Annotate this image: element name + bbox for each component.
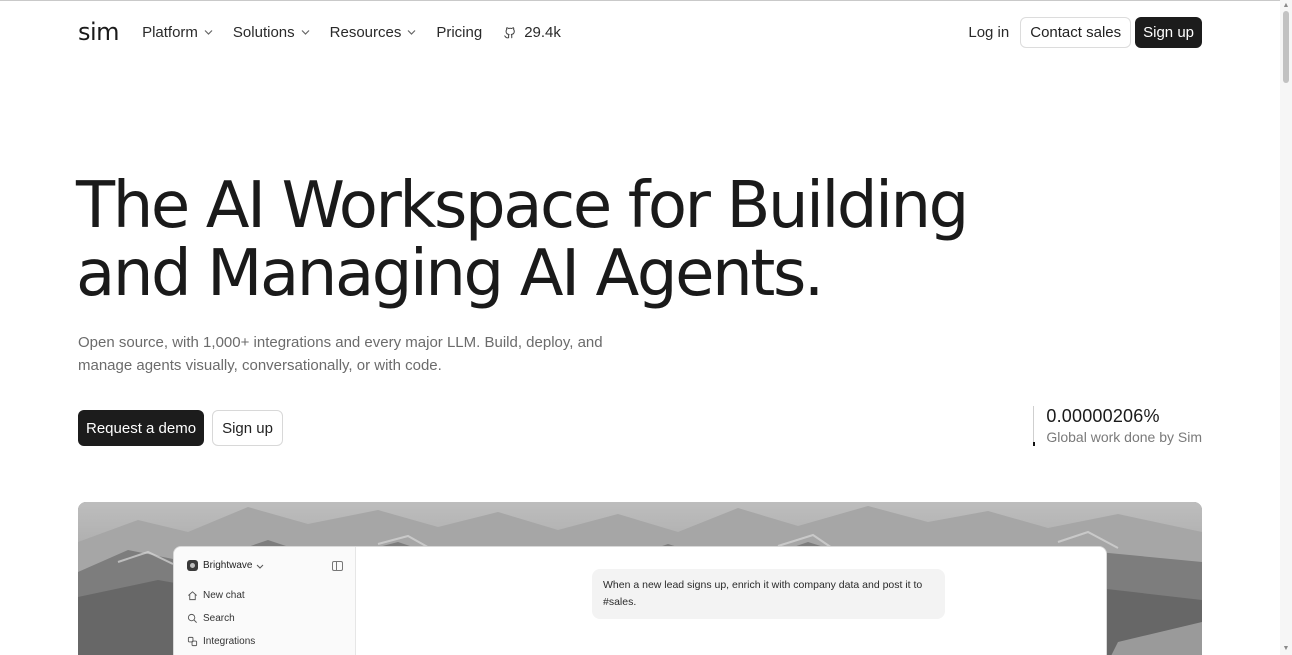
hero-subtitle: Open source, with 1,000+ integrations an… bbox=[78, 331, 618, 377]
nav-resources-label: Resources bbox=[329, 23, 402, 41]
product-preview: Brightwave New chat Search Integrations … bbox=[78, 502, 1202, 655]
chat-area: When a new lead signs up, enrich it with… bbox=[356, 547, 1106, 655]
sidebar-item-search[interactable]: Search bbox=[187, 613, 235, 624]
app-window: Brightwave New chat Search Integrations … bbox=[173, 546, 1107, 655]
stat-value: 0.00000206% bbox=[1046, 406, 1160, 426]
sim-logo[interactable]: sim bbox=[78, 17, 120, 47]
chevron-down-icon bbox=[256, 562, 264, 569]
hero-title-line-2: and Managing AI Agents. bbox=[76, 237, 824, 311]
hero-subtitle-line-1: Open source, with 1,000+ integrations an… bbox=[78, 334, 603, 351]
app-sidebar: Brightwave New chat Search Integrations bbox=[174, 547, 356, 655]
login-link[interactable]: Log in bbox=[968, 24, 1009, 41]
top-border bbox=[0, 0, 1292, 1]
workspace-name: Brightwave bbox=[203, 560, 253, 571]
workspace-switcher[interactable]: Brightwave bbox=[187, 560, 264, 571]
sidebar-item-new-chat[interactable]: New chat bbox=[187, 590, 245, 601]
chevron-down-icon bbox=[204, 28, 213, 36]
chevron-down-icon bbox=[407, 28, 416, 36]
hero-subtitle-line-2: manage agents visually, conversationally… bbox=[78, 357, 442, 374]
search-icon bbox=[187, 613, 198, 624]
nav-solutions[interactable]: Solutions bbox=[232, 17, 310, 47]
nav-resources[interactable]: Resources bbox=[330, 17, 416, 47]
global-work-stat: 0.00000206% Global work done by Sim bbox=[1033, 406, 1202, 446]
nav-platform[interactable]: Platform bbox=[142, 17, 213, 47]
github-stars-link[interactable]: 29.4k bbox=[503, 17, 561, 47]
hero-title: The AI Workspace for Building and Managi… bbox=[76, 172, 976, 308]
github-icon bbox=[503, 25, 517, 39]
home-icon bbox=[187, 590, 198, 601]
user-message-bubble: When a new lead signs up, enrich it with… bbox=[592, 569, 945, 619]
nav-solutions-label: Solutions bbox=[232, 23, 295, 41]
sidebar-item-integrations[interactable]: Integrations bbox=[187, 636, 255, 647]
nav-pricing-label: Pricing bbox=[436, 23, 483, 41]
nav-actions: Log in Contact sales Sign up bbox=[968, 16, 1202, 48]
sidebar-item-label: Search bbox=[203, 613, 235, 624]
hero-signup-button[interactable]: Sign up bbox=[212, 410, 283, 446]
integrations-icon bbox=[187, 636, 198, 647]
request-demo-button[interactable]: Request a demo bbox=[78, 410, 205, 446]
sidebar-item-label: New chat bbox=[203, 590, 245, 601]
top-navigation: sim Platform Solutions Resources Pricing… bbox=[78, 16, 1202, 48]
stat-divider bbox=[1033, 406, 1036, 446]
chevron-down-icon bbox=[301, 28, 310, 36]
sidebar-item-label: Integrations bbox=[203, 636, 256, 647]
github-stars-count: 29.4k bbox=[524, 23, 561, 41]
nav-pricing[interactable]: Pricing bbox=[436, 17, 482, 47]
contact-sales-button[interactable]: Contact sales bbox=[1020, 16, 1132, 48]
hero-title-line-1: The AI Workspace for Building bbox=[76, 169, 969, 243]
page-scrollbar[interactable]: ▲ ▼ bbox=[1280, 0, 1292, 655]
scroll-up-arrow-icon[interactable]: ▲ bbox=[1282, 2, 1290, 10]
stat-label: Global work done by Sim bbox=[1046, 429, 1202, 445]
signup-button[interactable]: Sign up bbox=[1135, 16, 1202, 48]
nav-platform-label: Platform bbox=[142, 23, 198, 41]
scroll-down-arrow-icon[interactable]: ▼ bbox=[1282, 645, 1290, 653]
sidebar-toggle-icon[interactable] bbox=[332, 561, 343, 571]
workspace-logo-icon bbox=[187, 560, 198, 571]
hero-cta-group: Request a demo Sign up bbox=[78, 410, 283, 446]
scrollbar-thumb[interactable] bbox=[1283, 11, 1289, 83]
